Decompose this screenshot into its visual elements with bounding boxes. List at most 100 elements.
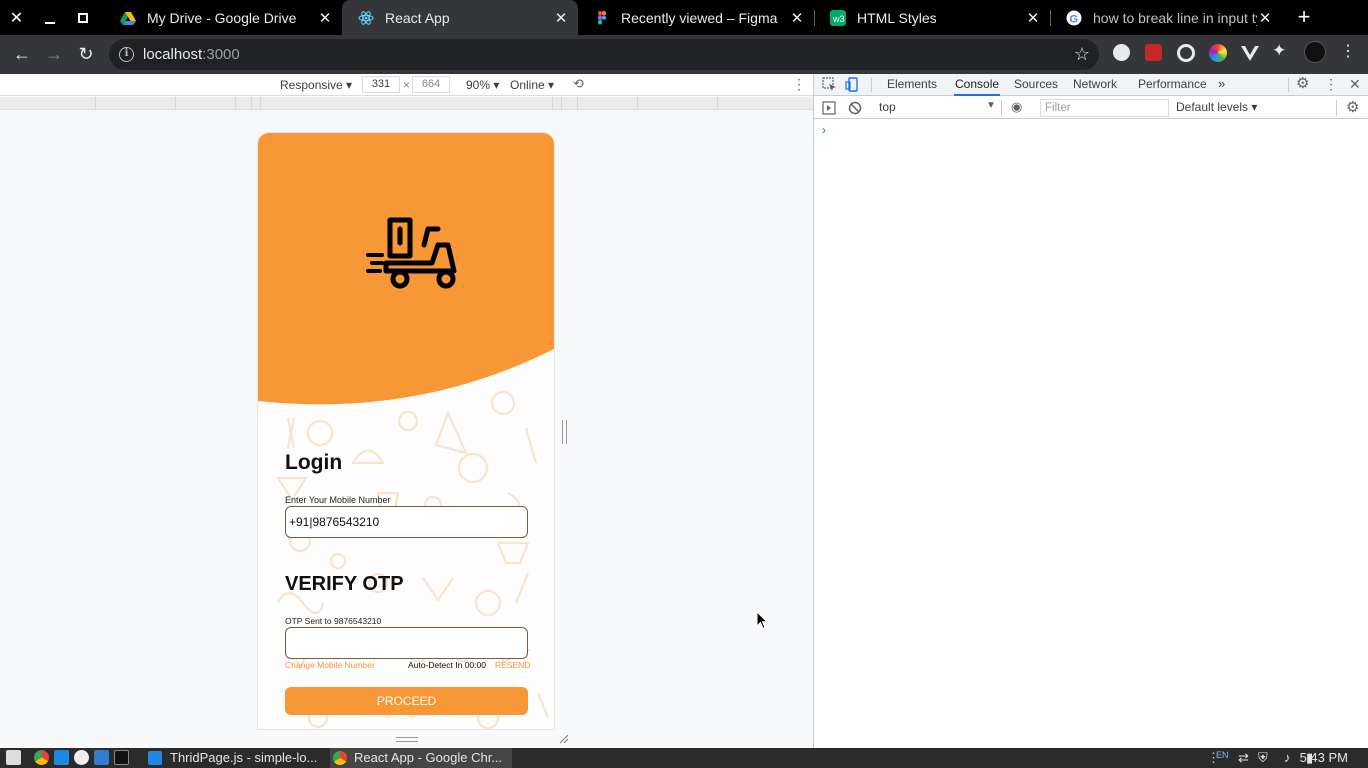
tab-sources[interactable]: Sources bbox=[1014, 74, 1058, 96]
extension-icon[interactable] bbox=[1145, 44, 1162, 61]
change-mobile-link[interactable]: Change Mobile Number bbox=[285, 660, 375, 670]
chrome-icon bbox=[333, 751, 347, 765]
tab-elements[interactable]: Elements bbox=[887, 74, 937, 96]
terminal-launcher-icon[interactable] bbox=[114, 750, 129, 765]
tab-close-icon[interactable]: ✕ bbox=[789, 9, 805, 27]
address-bar[interactable]: i localhost:3000 ☆ bbox=[109, 39, 1099, 70]
extensions-puzzle-icon[interactable]: ✦ bbox=[1272, 41, 1292, 61]
console-prompt-icon[interactable]: › bbox=[822, 123, 826, 137]
os-taskbar: ThridPage.js - simple-lo... React App - … bbox=[0, 748, 1368, 768]
new-tab-button[interactable]: + bbox=[1293, 4, 1315, 30]
files-launcher-icon[interactable] bbox=[94, 750, 109, 765]
reload-icon[interactable]: ↻ bbox=[72, 40, 100, 68]
tab-html-styles[interactable]: w3 HTML Styles ✕ bbox=[814, 0, 1050, 35]
menu-kebab-icon[interactable]: ⋮ bbox=[1340, 41, 1356, 61]
show-sidebar-icon[interactable] bbox=[822, 101, 836, 115]
tab-close-icon[interactable]: ✕ bbox=[1025, 9, 1041, 27]
device-width-input[interactable]: 331 bbox=[362, 76, 400, 93]
figma-icon bbox=[598, 10, 606, 24]
window-close-icon[interactable]: ✕ bbox=[0, 0, 33, 35]
vue-devtools-icon[interactable] bbox=[1241, 44, 1259, 62]
media-query-ruler bbox=[0, 97, 813, 110]
tab-performance[interactable]: Performance bbox=[1138, 74, 1207, 96]
viewport-resize-handle-bottom[interactable] bbox=[396, 737, 418, 742]
context-dropdown-icon[interactable]: ▼ bbox=[986, 100, 996, 111]
address-url: localhost:3000 bbox=[143, 46, 240, 63]
tab-react-app[interactable]: React App ✕ bbox=[342, 0, 578, 35]
resend-link[interactable]: RESEND bbox=[495, 660, 530, 670]
dimension-separator: × bbox=[403, 78, 411, 92]
vscode-icon bbox=[148, 751, 162, 765]
device-toolbar-toggle-icon[interactable] bbox=[845, 77, 860, 92]
forward-arrow-icon[interactable]: → bbox=[40, 40, 68, 68]
window-restore-icon[interactable] bbox=[66, 0, 99, 35]
tab-console[interactable]: Console bbox=[954, 74, 1001, 96]
proceed-button[interactable]: PROCEED bbox=[285, 687, 528, 715]
tab-figma[interactable]: Recently viewed – Figma ✕ bbox=[578, 0, 814, 35]
vscode-launcher-icon[interactable] bbox=[54, 750, 69, 765]
viewport-resize-corner-icon[interactable] bbox=[559, 734, 569, 744]
clock[interactable]: 5:43 PM bbox=[1300, 748, 1348, 768]
tab-network[interactable]: Network bbox=[1073, 74, 1117, 96]
device-toolbar-menu-icon[interactable]: ⋮ bbox=[792, 76, 806, 93]
clear-console-icon[interactable] bbox=[848, 101, 862, 115]
devtools-menu-icon[interactable]: ⋮ bbox=[1324, 74, 1338, 96]
viewport-resize-handle-side[interactable] bbox=[562, 420, 567, 444]
volume-icon[interactable]: ♪ bbox=[1284, 748, 1291, 768]
tab-close-icon[interactable]: ✕ bbox=[317, 9, 333, 27]
chrome-launcher-icon[interactable] bbox=[34, 750, 49, 765]
window-minimize-icon[interactable] bbox=[33, 0, 66, 35]
back-arrow-icon[interactable]: ← bbox=[8, 40, 36, 68]
network-icon[interactable]: ⇄ bbox=[1238, 748, 1249, 768]
keyboard-layout-indicator[interactable]: EN bbox=[1216, 750, 1229, 760]
inspect-element-icon[interactable] bbox=[822, 77, 837, 92]
tab-title: React App bbox=[385, 9, 450, 26]
svg-text:w3: w3 bbox=[832, 14, 845, 24]
tab-title: My Drive - Google Drive bbox=[147, 9, 297, 26]
extension-icon[interactable] bbox=[1177, 44, 1195, 62]
device-height-input[interactable]: 664 bbox=[412, 76, 450, 93]
device-emulation-area: Responsive ▾ 331 × 664 90% ▾ Online ▾ ⟲ … bbox=[0, 74, 813, 748]
otp-sent-label: OTP Sent to 9876543210 bbox=[285, 616, 382, 626]
console-filter-input[interactable]: Filter bbox=[1040, 99, 1169, 117]
avatar[interactable] bbox=[1304, 41, 1326, 63]
settings-gear-icon[interactable]: ⚙ bbox=[1296, 74, 1309, 96]
live-expression-eye-icon[interactable]: ◉ bbox=[1011, 99, 1022, 115]
devtools-panel: Elements Console Sources Network Perform… bbox=[813, 74, 1368, 748]
color-picker-extension-icon[interactable] bbox=[1209, 44, 1227, 62]
tab-close-icon[interactable]: ✕ bbox=[553, 9, 569, 27]
app-launcher-icon[interactable] bbox=[74, 750, 89, 765]
mobile-number-input[interactable]: +91|9876543210 bbox=[285, 506, 528, 538]
console-settings-icon[interactable]: ⚙ bbox=[1346, 98, 1359, 116]
svg-text:G: G bbox=[1070, 13, 1079, 25]
log-levels-select[interactable]: Default levels ▾ bbox=[1176, 100, 1257, 114]
taskbar-item-vscode[interactable]: ThridPage.js - simple-lo... bbox=[146, 748, 326, 768]
extension-icon[interactable] bbox=[1113, 44, 1130, 61]
app-viewport: Login Enter Your Mobile Number +91|98765… bbox=[257, 132, 555, 730]
tab-google-search[interactable]: G how to break line in input typ ✕ bbox=[1050, 0, 1282, 35]
tab-google-drive[interactable]: My Drive - Google Drive ✕ bbox=[104, 0, 342, 35]
tab-title: how to break line in input typ bbox=[1093, 9, 1257, 26]
zoom-select[interactable]: 90% ▾ bbox=[466, 78, 499, 92]
delivery-scooter-icon bbox=[366, 217, 457, 289]
browser-tab-strip: ✕ My Drive - Google Drive ✕ React App ✕ … bbox=[0, 0, 1368, 35]
tab-title: Recently viewed – Figma bbox=[621, 9, 778, 26]
more-tabs-icon[interactable]: » bbox=[1218, 74, 1225, 96]
tab-title: HTML Styles bbox=[857, 9, 937, 26]
otp-input[interactable] bbox=[285, 627, 528, 659]
console-toolbar: top ▼ ◉ Filter Default levels ▾ ⚙ bbox=[814, 97, 1368, 119]
login-title: Login bbox=[285, 451, 343, 474]
google-drive-icon bbox=[120, 11, 136, 25]
close-devtools-icon[interactable]: ✕ bbox=[1349, 74, 1361, 96]
device-mode-select[interactable]: Responsive ▾ bbox=[280, 78, 352, 92]
context-select[interactable]: top bbox=[879, 100, 896, 114]
taskbar-item-chrome[interactable]: React App - Google Chr... bbox=[330, 748, 512, 768]
tab-close-icon[interactable]: ✕ bbox=[1257, 9, 1273, 27]
react-icon bbox=[358, 10, 374, 25]
network-throttle-select[interactable]: Online ▾ bbox=[510, 78, 554, 92]
start-menu-icon[interactable] bbox=[6, 750, 21, 765]
site-info-icon[interactable]: i bbox=[119, 47, 134, 62]
bookmark-star-icon[interactable]: ☆ bbox=[1074, 44, 1090, 65]
rotate-icon[interactable]: ⟲ bbox=[573, 76, 584, 92]
security-shield-icon[interactable]: ⛨ bbox=[1258, 748, 1268, 768]
